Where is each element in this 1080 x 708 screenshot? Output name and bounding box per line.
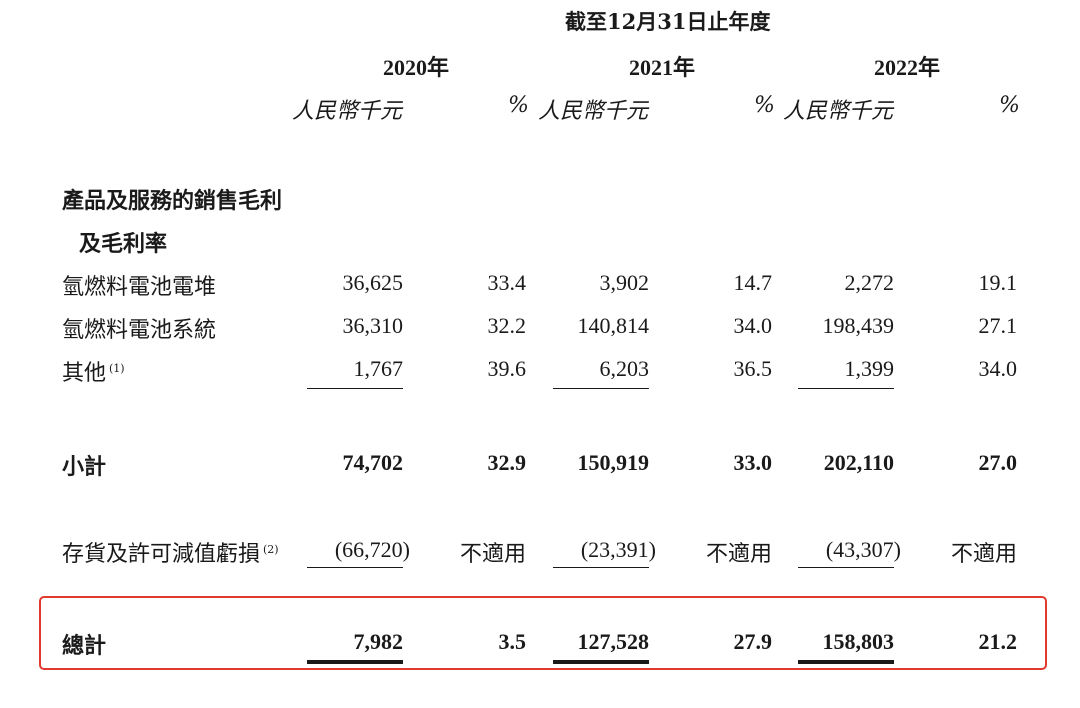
underline-impairment-2021 xyxy=(553,567,649,568)
cell-impairment-2020-pct: 不適用 xyxy=(459,542,526,567)
cell-stack-2022-pct: 19.1 xyxy=(978,270,1018,295)
impairment-label: 存貨及許可減值虧損 (2) xyxy=(62,536,279,568)
year-2022: 2022年 xyxy=(874,55,941,80)
section-title-line2: 及毛利率 xyxy=(79,231,168,257)
cell-stack-2021-amount: 3,902 xyxy=(599,270,650,295)
cell-subtotal-2021-amount: 150,919 xyxy=(577,450,650,475)
unit-amount-2021: 人民幣千元 xyxy=(538,99,649,124)
cell-stack-2022-amount: 2,272 xyxy=(844,270,895,295)
footnote-1: (1) xyxy=(109,361,125,375)
cell-other-2021-pct: 36.5 xyxy=(733,356,773,381)
double-underline-total-2021 xyxy=(553,660,649,664)
cell-total-2022-pct: 21.2 xyxy=(978,629,1018,654)
cell-total-2022-amount: 158,803 xyxy=(822,629,895,654)
cell-other-2022-amount: 1,399 xyxy=(844,356,895,381)
cell-stack-2021-pct: 14.7 xyxy=(733,270,773,295)
row-label-stack: 氫燃料電池電堆 xyxy=(62,275,217,300)
cell-impairment-2022-amount: (43,307) xyxy=(825,537,901,562)
cell-system-2022-pct: 27.1 xyxy=(978,313,1018,338)
row-label-other-text: 其他 xyxy=(62,361,107,386)
cell-total-2021-pct: 27.9 xyxy=(733,629,773,654)
cell-other-2021-amount: 6,203 xyxy=(599,356,650,381)
year-2021: 2021年 xyxy=(629,55,696,80)
footnote-2: (2) xyxy=(263,542,279,556)
unit-amount-2020: 人民幣千元 xyxy=(292,99,403,124)
underline-other-2020 xyxy=(307,388,403,389)
section-title-line1: 產品及服務的銷售毛利 xyxy=(62,188,283,214)
cell-impairment-2022-pct: 不適用 xyxy=(950,542,1017,567)
cell-other-2022-pct: 34.0 xyxy=(978,356,1018,381)
cell-impairment-2021-pct: 不適用 xyxy=(705,542,772,567)
unit-pct-2020: % xyxy=(508,93,529,118)
cell-subtotal-2021-pct: 33.0 xyxy=(733,450,773,475)
cell-system-2021-pct: 34.0 xyxy=(733,313,773,338)
underline-other-2022 xyxy=(798,388,894,389)
underline-other-2021 xyxy=(553,388,649,389)
unit-pct-2022: % xyxy=(999,93,1020,118)
impairment-label-text: 存貨及許可減值虧損 xyxy=(62,542,261,567)
cell-subtotal-2022-pct: 27.0 xyxy=(978,450,1018,475)
year-2020: 2020年 xyxy=(383,55,450,80)
period-heading: 截至12月31日止年度 xyxy=(565,9,771,34)
cell-other-2020-amount: 1,767 xyxy=(353,356,404,381)
underline-impairment-2020 xyxy=(307,567,403,568)
unit-pct-2021: % xyxy=(754,93,775,118)
cell-system-2020-amount: 36,310 xyxy=(342,313,404,338)
cell-system-2020-pct: 32.2 xyxy=(487,313,527,338)
cell-stack-2020-pct: 33.4 xyxy=(487,270,527,295)
total-highlight-box xyxy=(39,596,1047,670)
cell-system-2022-amount: 198,439 xyxy=(822,313,895,338)
cell-impairment-2020-amount: (66,720) xyxy=(334,537,410,562)
row-label-system: 氫燃料電池系統 xyxy=(62,318,217,343)
cell-subtotal-2020-pct: 32.9 xyxy=(487,450,527,475)
unit-amount-2022: 人民幣千元 xyxy=(783,99,894,124)
double-underline-total-2022 xyxy=(798,660,894,664)
total-label: 總計 xyxy=(62,633,107,659)
cell-total-2020-amount: 7,982 xyxy=(353,629,404,654)
row-label-other: 其他 (1) xyxy=(62,355,125,387)
cell-subtotal-2020-amount: 74,702 xyxy=(342,450,404,475)
double-underline-total-2020 xyxy=(307,660,403,664)
underline-impairment-2022 xyxy=(798,567,894,568)
cell-total-2021-amount: 127,528 xyxy=(577,629,650,654)
cell-total-2020-pct: 3.5 xyxy=(498,629,527,654)
cell-stack-2020-amount: 36,625 xyxy=(342,270,404,295)
cell-impairment-2021-amount: (23,391) xyxy=(580,537,656,562)
subtotal-label: 小計 xyxy=(62,454,107,480)
cell-other-2020-pct: 39.6 xyxy=(487,356,527,381)
cell-subtotal-2022-amount: 202,110 xyxy=(823,450,894,475)
cell-system-2021-amount: 140,814 xyxy=(577,313,650,338)
